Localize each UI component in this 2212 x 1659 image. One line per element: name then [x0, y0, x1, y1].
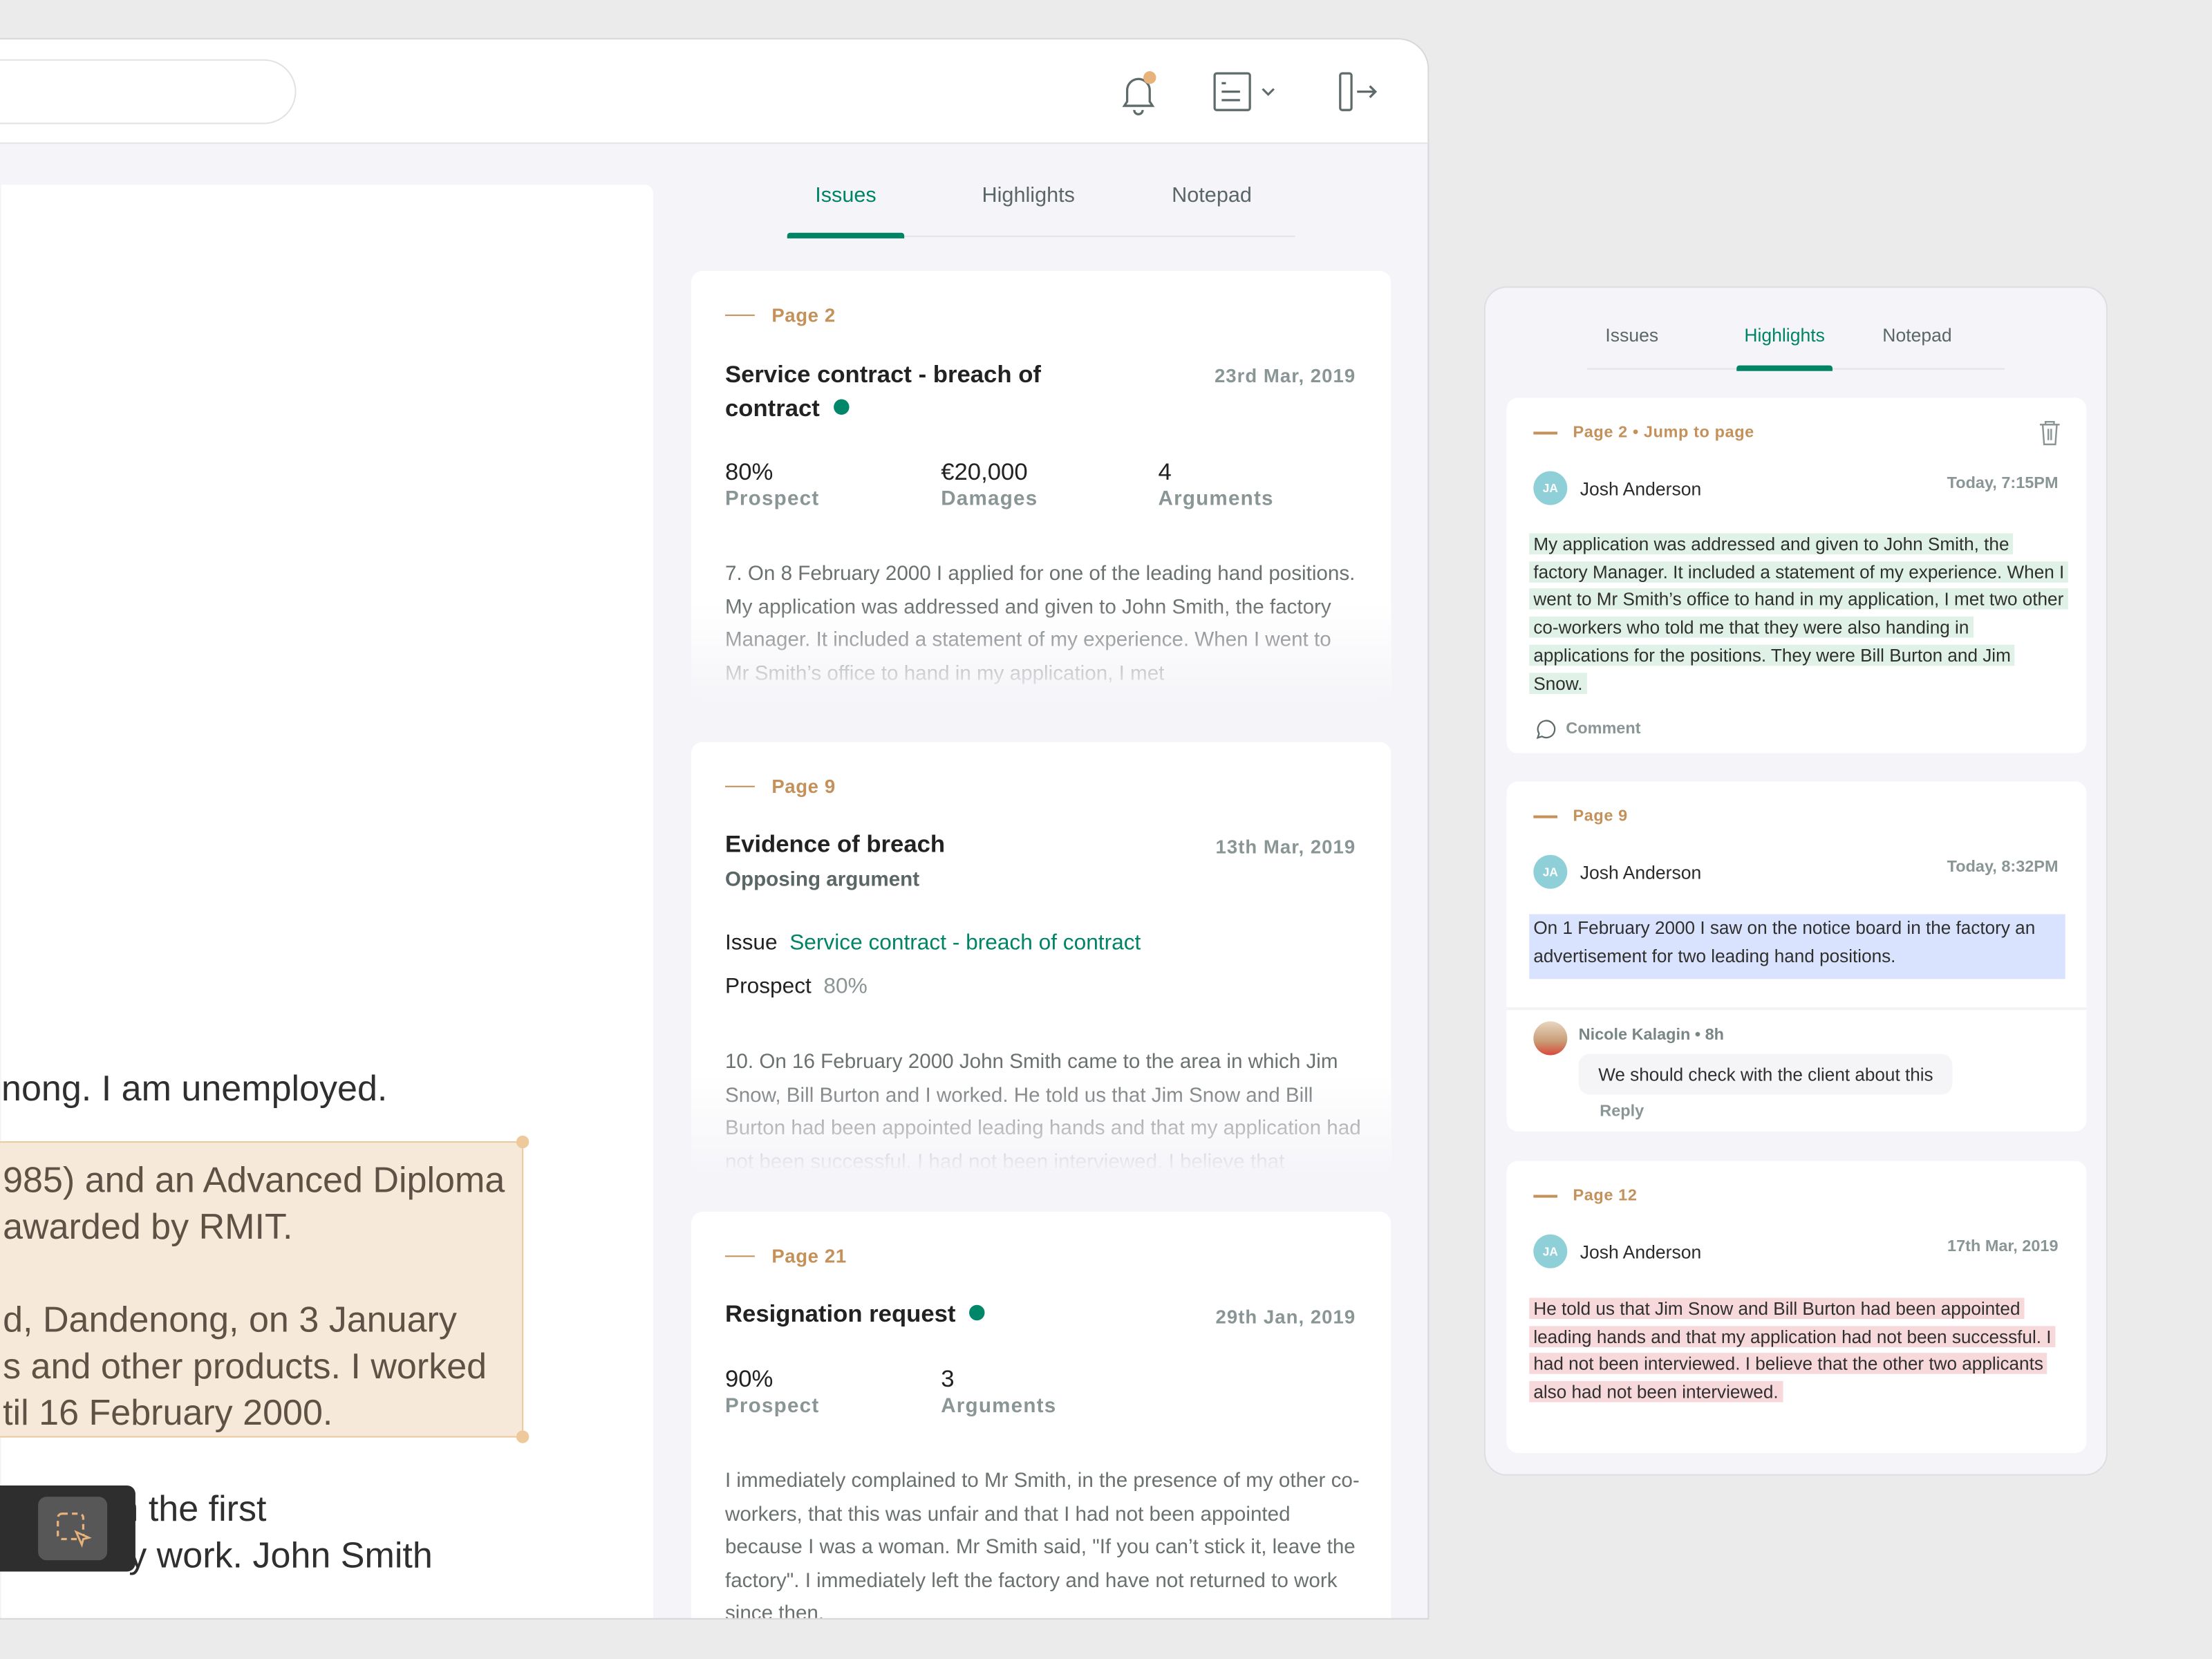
reply-button[interactable]: Reply — [1600, 1103, 1644, 1120]
issue-title: Service contract - breach of contract — [724, 361, 1041, 422]
resize-handle-top[interactable] — [516, 1135, 529, 1149]
tab-issues[interactable]: Issues — [1587, 324, 1683, 368]
document-line: my work. John Smith — [98, 1536, 433, 1576]
prospect-row: Prospect 80% — [724, 975, 868, 999]
issue-title: Resignation request — [725, 1298, 986, 1332]
timestamp: Today, 7:15PM — [1947, 475, 2059, 493]
comment-button[interactable]: Comment — [1533, 718, 1641, 741]
highlight-line: 985) and an Advanced Diploma — [3, 1161, 505, 1201]
stat-prospect: 80% Prospect — [724, 458, 820, 511]
page-jump-link[interactable]: Page 2 • Jump to page — [1533, 424, 1754, 442]
stat-arguments: 4 Arguments — [1158, 458, 1274, 511]
document-menu-icon[interactable] — [1212, 71, 1280, 120]
issue-card[interactable]: Page 21 Resignation request 29th Jan, 20… — [691, 1212, 1391, 1620]
issue-date: 23rd Mar, 2019 — [1214, 365, 1356, 387]
top-header — [0, 39, 1428, 144]
status-dot — [834, 399, 850, 415]
highlights-panel: Issues Highlights Notepad Page 2 • Jump … — [1483, 286, 2108, 1476]
fade-overlay — [691, 1074, 1391, 1172]
highlights-panel-tabs: Issues Highlights Notepad — [1586, 324, 2005, 371]
author-row: JA Josh Anderson — [1533, 1234, 1701, 1268]
avatar: JA — [1533, 854, 1568, 889]
issue-link-row: Issue Service contract - breach of contr… — [724, 930, 1141, 955]
highlight-line: til 16 February 2000. — [3, 1394, 333, 1434]
page-label[interactable]: Page 9 — [724, 776, 836, 797]
document-line: nong. I am unemployed. — [1, 1069, 388, 1109]
nicole-avatar — [1533, 1021, 1568, 1056]
avatar: JA — [1533, 471, 1568, 505]
comment-icon — [1536, 720, 1556, 740]
tab-notepad[interactable]: Notepad — [1833, 324, 2002, 368]
resize-handle-bottom[interactable] — [516, 1430, 529, 1443]
page-label[interactable]: Page 21 — [724, 1246, 847, 1267]
issue-title: Evidence of breach — [724, 831, 946, 858]
highlight-text: My application was addressed and given t… — [1529, 530, 2069, 697]
reply-author: Nicole Kalagin • 8h — [1578, 1027, 1725, 1044]
stat-damages: €20,000 Damages — [941, 458, 1038, 511]
select-area-icon — [56, 1512, 91, 1547]
tab-highlights[interactable]: Highlights — [904, 183, 1152, 236]
highlight-text: He told us that Jim Snow and Bill Burton… — [1529, 1295, 2065, 1406]
highlight-line: d, Dandenong, on 3 January — [3, 1300, 457, 1340]
status-dot — [969, 1304, 986, 1321]
timestamp: Today, 8:32PM — [1947, 859, 2059, 877]
fade-overlay — [691, 602, 1391, 702]
divider — [1506, 1007, 2087, 1011]
avatar: JA — [1533, 1234, 1568, 1268]
issue-subtitle: Opposing argument — [724, 869, 920, 892]
author-row: JA Josh Anderson — [1533, 854, 1701, 889]
page-label[interactable]: Page 12 — [1533, 1188, 1637, 1205]
document-line: h the first — [118, 1490, 267, 1530]
document-page: nong. I am unemployed. 985) and an Advan… — [0, 185, 653, 1618]
tab-notepad[interactable]: Notepad — [1152, 183, 1271, 236]
highlight-card: Page 2 • Jump to page JA Josh Anderson To… — [1506, 397, 2087, 753]
highlight-line: awarded by RMIT. — [3, 1207, 293, 1248]
tab-issues[interactable]: Issues — [787, 183, 905, 238]
highlight-text: On 1 February 2000 I saw on the notice b… — [1529, 914, 2065, 980]
bell-icon[interactable] — [1118, 71, 1158, 123]
main-window: nong. I am unemployed. 985) and an Advan… — [0, 38, 1430, 1620]
timestamp: 17th Mar, 2019 — [1947, 1238, 2059, 1256]
page-label[interactable]: Page 2 — [724, 305, 836, 326]
highlight-card: Page 9 JA Josh Anderson Today, 8:32PM On … — [1506, 781, 2087, 1132]
issue-date: 13th Mar, 2019 — [1215, 836, 1356, 858]
chevron-down-icon — [1262, 88, 1275, 96]
document-highlight[interactable]: 985) and an Advanced Diploma awarded by … — [0, 1135, 529, 1443]
issue-date: 29th Jan, 2019 — [1215, 1306, 1356, 1328]
issue-card[interactable]: Page 2 Service contract - breach of cont… — [691, 270, 1391, 702]
tab-highlights[interactable]: Highlights — [1736, 324, 1833, 371]
issue-card[interactable]: Page 9 Evidence of breach Opposing argum… — [691, 742, 1391, 1172]
issue-excerpt: I immediately complained to Mr Smith, in… — [724, 1470, 1360, 1620]
issue-link[interactable]: Service contract - breach of contract — [789, 931, 1141, 955]
logout-icon[interactable] — [1338, 71, 1380, 120]
author-row: JA Josh Anderson — [1533, 471, 1701, 505]
stat-prospect: 90% Prospect — [724, 1365, 820, 1418]
search-input[interactable] — [0, 59, 297, 124]
page-label[interactable]: Page 9 — [1533, 808, 1628, 825]
highlight-card: Page 12 JA Josh Anderson 17th Mar, 2019 H… — [1506, 1161, 2087, 1454]
document-toolbar — [0, 1485, 135, 1572]
select-area-button[interactable] — [38, 1497, 108, 1561]
highlight-line: s and other products. I worked — [3, 1347, 487, 1387]
issues-panel-tabs: Issues Highlights Notepad — [787, 183, 1295, 238]
reply-bubble: We should check with the client about th… — [1578, 1053, 1953, 1095]
stat-arguments: 3 Arguments — [941, 1365, 1057, 1418]
trash-icon[interactable] — [2038, 420, 2061, 453]
